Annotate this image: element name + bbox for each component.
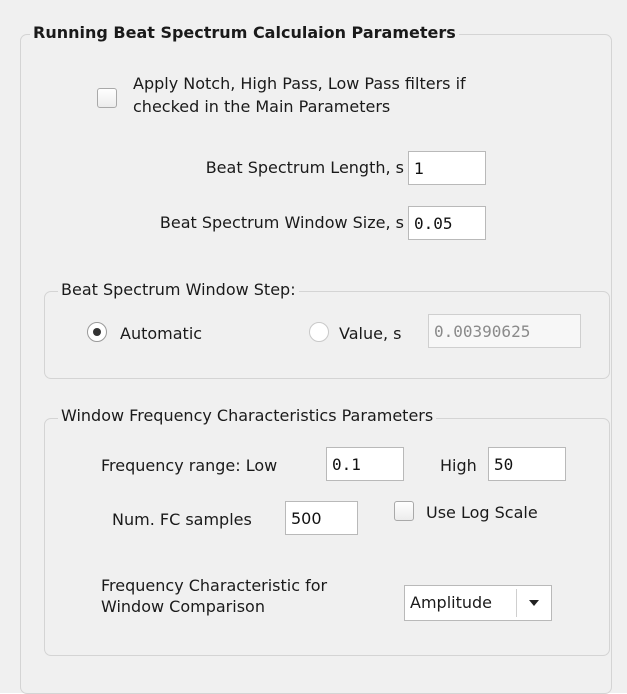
use-log-scale-checkbox[interactable] (394, 501, 414, 521)
beat-spectrum-length-input[interactable] (408, 151, 486, 185)
frequency-characteristic-label-line2: Window Comparison (101, 597, 265, 616)
automatic-radio-label[interactable]: Automatic (120, 324, 202, 344)
running-beat-spectrum-title: Running Beat Spectrum Calculaion Paramet… (30, 23, 459, 43)
num-fc-samples-label: Num. FC samples (112, 510, 252, 529)
apply-filters-checkbox[interactable] (97, 88, 117, 108)
frequency-high-label: High (440, 456, 477, 475)
beat-spectrum-window-size-label: Beat Spectrum Window Size, s (159, 213, 404, 232)
comparison-dropdown[interactable]: Amplitude (404, 585, 552, 621)
parameters-panel: Running Beat Spectrum Calculaion Paramet… (0, 0, 627, 694)
automatic-radio[interactable] (87, 322, 107, 342)
value-radio[interactable] (309, 322, 329, 342)
frequency-low-input[interactable] (326, 447, 404, 481)
value-radio-label[interactable]: Value, s (339, 324, 401, 344)
use-log-scale-label[interactable]: Use Log Scale (426, 503, 538, 523)
frequency-range-low-label: Frequency range: Low (101, 456, 278, 475)
comparison-dropdown-value: Amplitude (410, 593, 492, 612)
chevron-down-icon[interactable] (517, 586, 551, 620)
apply-filters-label-line1[interactable]: Apply Notch, High Pass, Low Pass filters… (133, 74, 466, 94)
frequency-high-input[interactable] (488, 447, 566, 481)
window-step-title: Beat Spectrum Window Step: (58, 280, 299, 300)
num-fc-samples-input[interactable] (285, 501, 358, 535)
beat-spectrum-length-label: Beat Spectrum Length, s (205, 158, 404, 177)
beat-spectrum-window-size-input[interactable] (408, 206, 486, 240)
apply-filters-label-line2[interactable]: checked in the Main Parameters (133, 97, 390, 117)
frequency-characteristic-label-line1: Frequency Characteristic for (101, 576, 328, 595)
radio-selected-dot (93, 328, 101, 336)
window-step-value-input[interactable] (428, 314, 581, 348)
window-frequency-title: Window Frequency Characteristics Paramet… (58, 406, 437, 426)
